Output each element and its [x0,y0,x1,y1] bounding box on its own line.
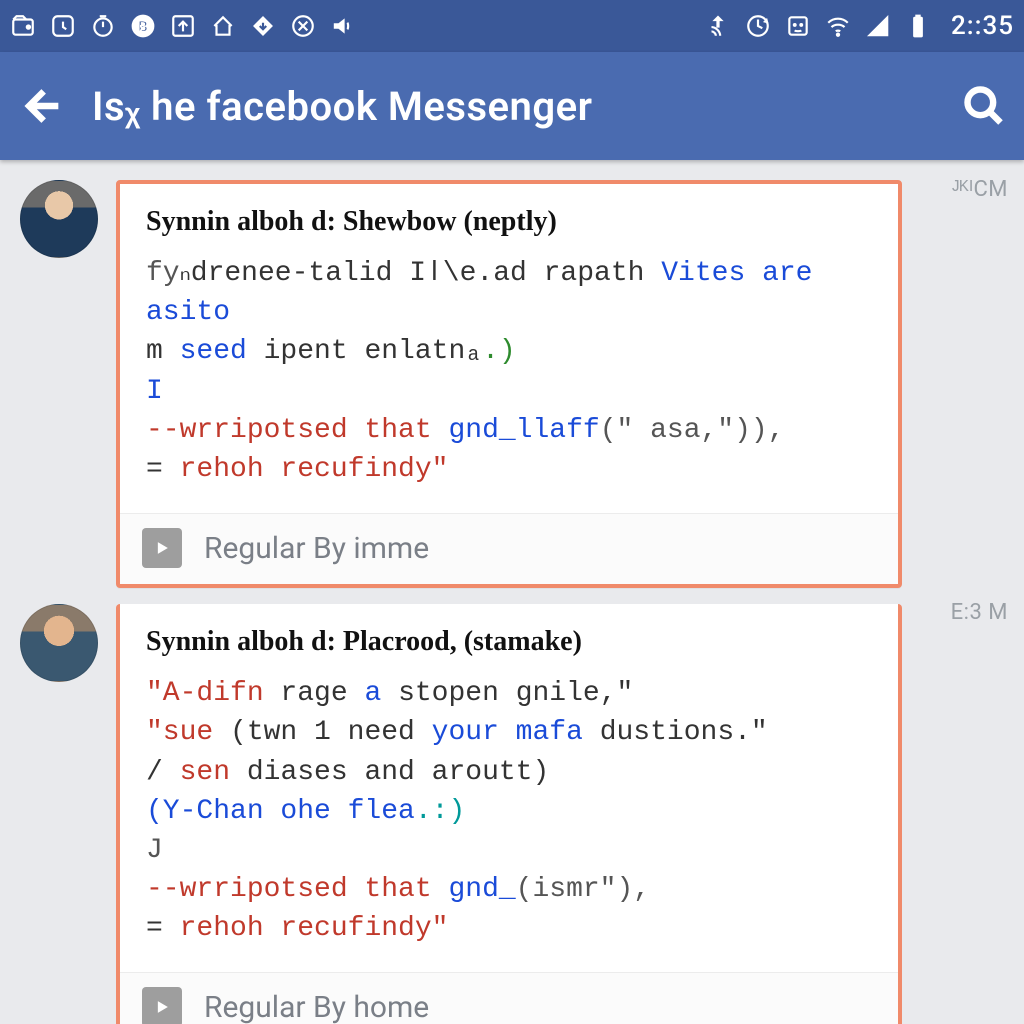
signal-icon [865,13,891,39]
search-button[interactable] [962,84,1006,128]
camera-icon [10,13,36,39]
volume-icon [330,13,356,39]
message-row: ᴶᴷᴵCM Synnin alboh d: Shewbow (neptly) f… [0,180,1024,604]
message-list: ᴶᴷᴵCM Synnin alboh d: Shewbow (neptly) f… [0,160,1024,1024]
play-button[interactable] [142,987,182,1024]
message-bubble[interactable]: Synnin alboh d: Shewbow (neptly) fyₙdren… [116,180,902,588]
clock-outline-icon [50,13,76,39]
footer-label: Regular By imme [204,531,429,566]
refresh-icon [745,13,771,39]
page-title: Isᵪ he facebook Messenger [92,83,962,130]
message-timestamp: ᴶᴷᴵCM [952,176,1008,202]
message-title: Synnin alboh d: Shewbow (neptly) [120,184,898,244]
footer-label: Regular By home [204,990,429,1024]
battery-icon [905,13,931,39]
back-button[interactable] [18,84,62,128]
face-box-icon [785,13,811,39]
message-footer: Regular By home [120,972,898,1024]
diamond-icon [250,13,276,39]
avatar[interactable] [20,604,98,682]
avatar[interactable] [20,180,98,258]
wifi-icon [825,13,851,39]
timer-icon [90,13,116,39]
message-title: Synnin alboh d: Placrood, (stamake) [120,604,898,664]
code-block: fyₙdrenee-talid Iǀ\e.ad rapath Vites are… [120,244,898,513]
message-bubble[interactable]: Synnin alboh d: Placrood, (stamake) "A-d… [116,604,902,1024]
cast-icon [705,13,731,39]
play-button[interactable] [142,528,182,568]
code-block: "A-difn rage a stopen gnile," "sue (twn … [120,664,898,972]
message-timestamp: E:3 M [951,600,1008,625]
android-status-bar: B 2::35 [0,0,1024,52]
upload-box-icon [170,13,196,39]
message-footer: Regular By imme [120,513,898,584]
app-bar: Isᵪ he facebook Messenger [0,52,1024,160]
cancel-circle-icon [290,13,316,39]
status-left-icons: B [10,13,356,39]
message-row: E:3 M Synnin alboh d: Placrood, (stamake… [0,604,1024,1024]
svg-text:B: B [138,17,148,35]
status-clock: 2::35 [951,11,1014,41]
status-right-icons: 2::35 [705,11,1014,41]
home-share-icon [210,13,236,39]
bold-circle-icon: B [130,13,156,39]
